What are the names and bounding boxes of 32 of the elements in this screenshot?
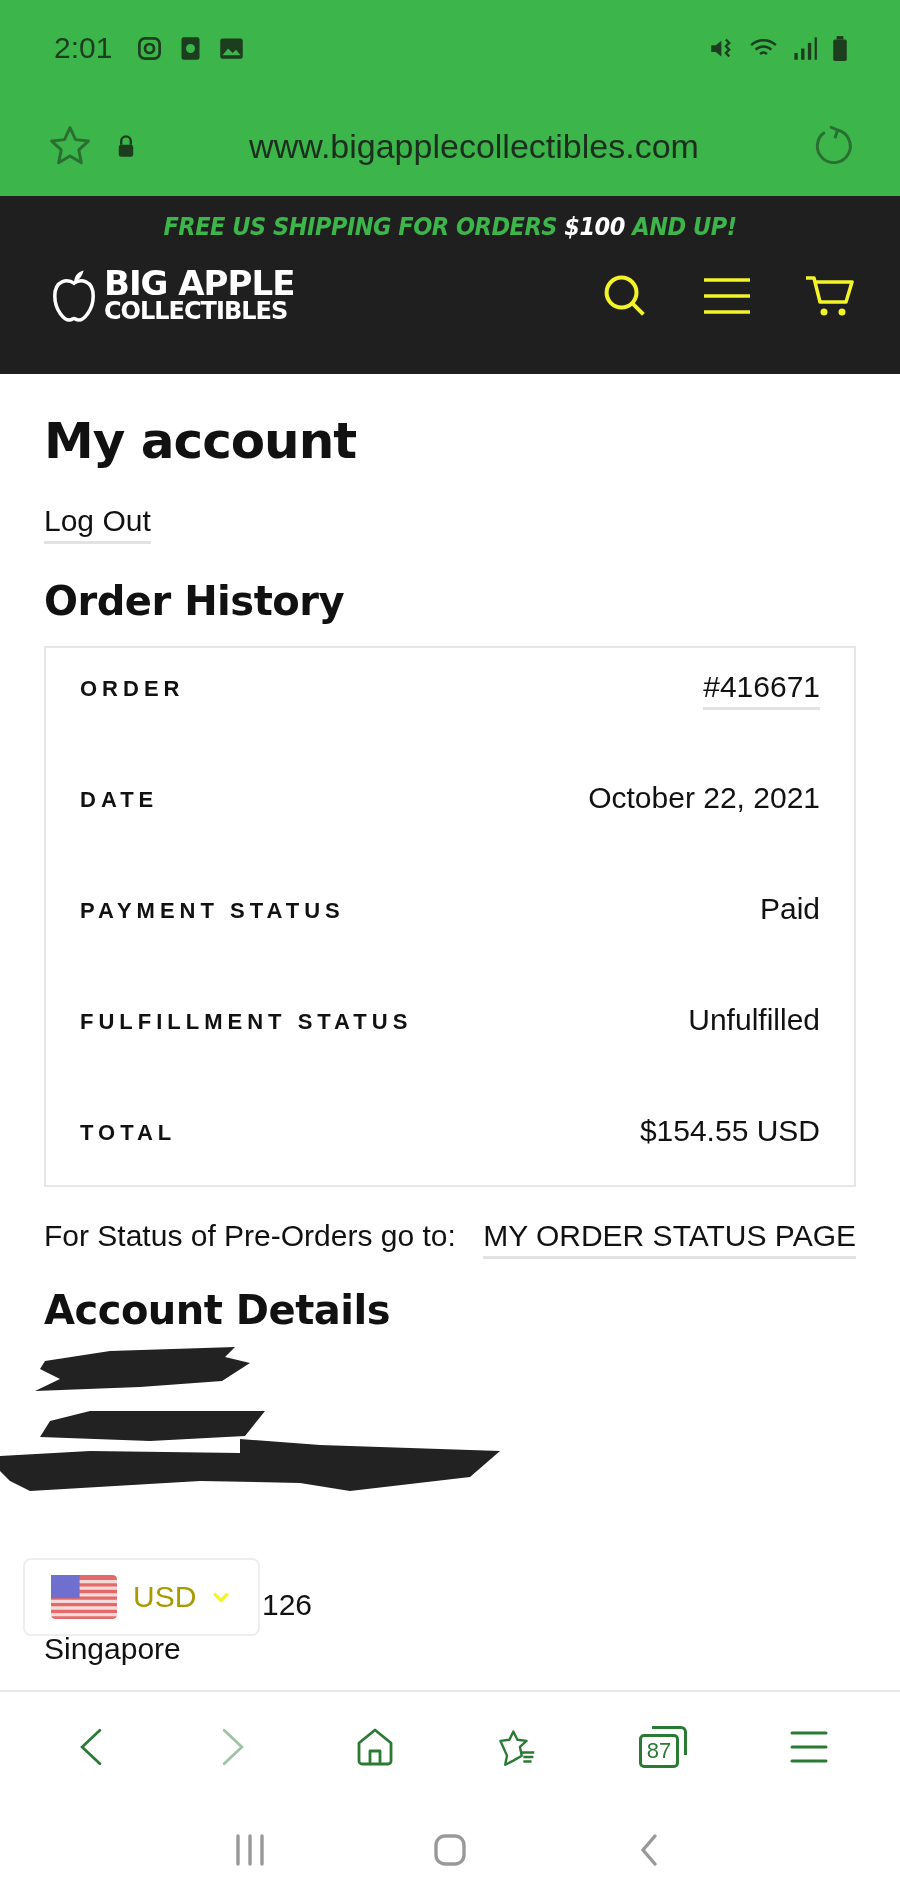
- section-heading: Account Details: [44, 1287, 392, 1333]
- order-field-value: October 22, 2021: [588, 781, 820, 815]
- order-field-value: Unfulfilled: [688, 1003, 820, 1037]
- order-field-label: TOTAL: [80, 1119, 177, 1146]
- chevron-down-icon: [212, 1591, 231, 1603]
- bookmark-list-icon[interactable]: [497, 1727, 537, 1767]
- lock-icon: [116, 134, 136, 158]
- status-time: 2:01: [54, 31, 113, 65]
- preorder-note: For Status of Pre-Orders go to:: [44, 1219, 456, 1254]
- order-field-label: PAYMENT STATUS: [80, 897, 345, 924]
- order-number-link[interactable]: #416671: [703, 670, 820, 710]
- signal-icon: [791, 34, 818, 62]
- url-field[interactable]: www.bigapplecollectibles.com: [136, 126, 812, 166]
- camera-app-icon: [136, 34, 164, 62]
- order-status-link[interactable]: MY ORDER STATUS PAGE: [483, 1219, 856, 1259]
- order-field-label: FULFILLMENT STATUS: [80, 1008, 413, 1035]
- address-line: 126: [262, 1587, 313, 1623]
- recent-apps-icon[interactable]: [233, 1833, 267, 1867]
- apple-logo-icon[interactable]: [50, 267, 98, 325]
- battery-icon: [832, 34, 848, 62]
- section-heading: Order History: [44, 578, 346, 624]
- home-button-icon[interactable]: [433, 1833, 467, 1867]
- order-field-value: Paid: [759, 892, 820, 926]
- site-logo[interactable]: BIG APPLE COLLECTIBLES: [104, 268, 295, 324]
- page-title: My account: [44, 412, 358, 470]
- us-flag-icon: [51, 1575, 117, 1619]
- home-icon[interactable]: [355, 1727, 395, 1767]
- log-out-link[interactable]: Log Out: [44, 504, 151, 544]
- order-field-label: DATE: [80, 786, 159, 813]
- order-field-label: ORDER: [80, 675, 185, 702]
- order-field-value: $154.55 USD: [639, 1114, 820, 1148]
- promo-text: FREE US SHIPPING FOR ORDERS $100 AND UP!: [162, 212, 738, 241]
